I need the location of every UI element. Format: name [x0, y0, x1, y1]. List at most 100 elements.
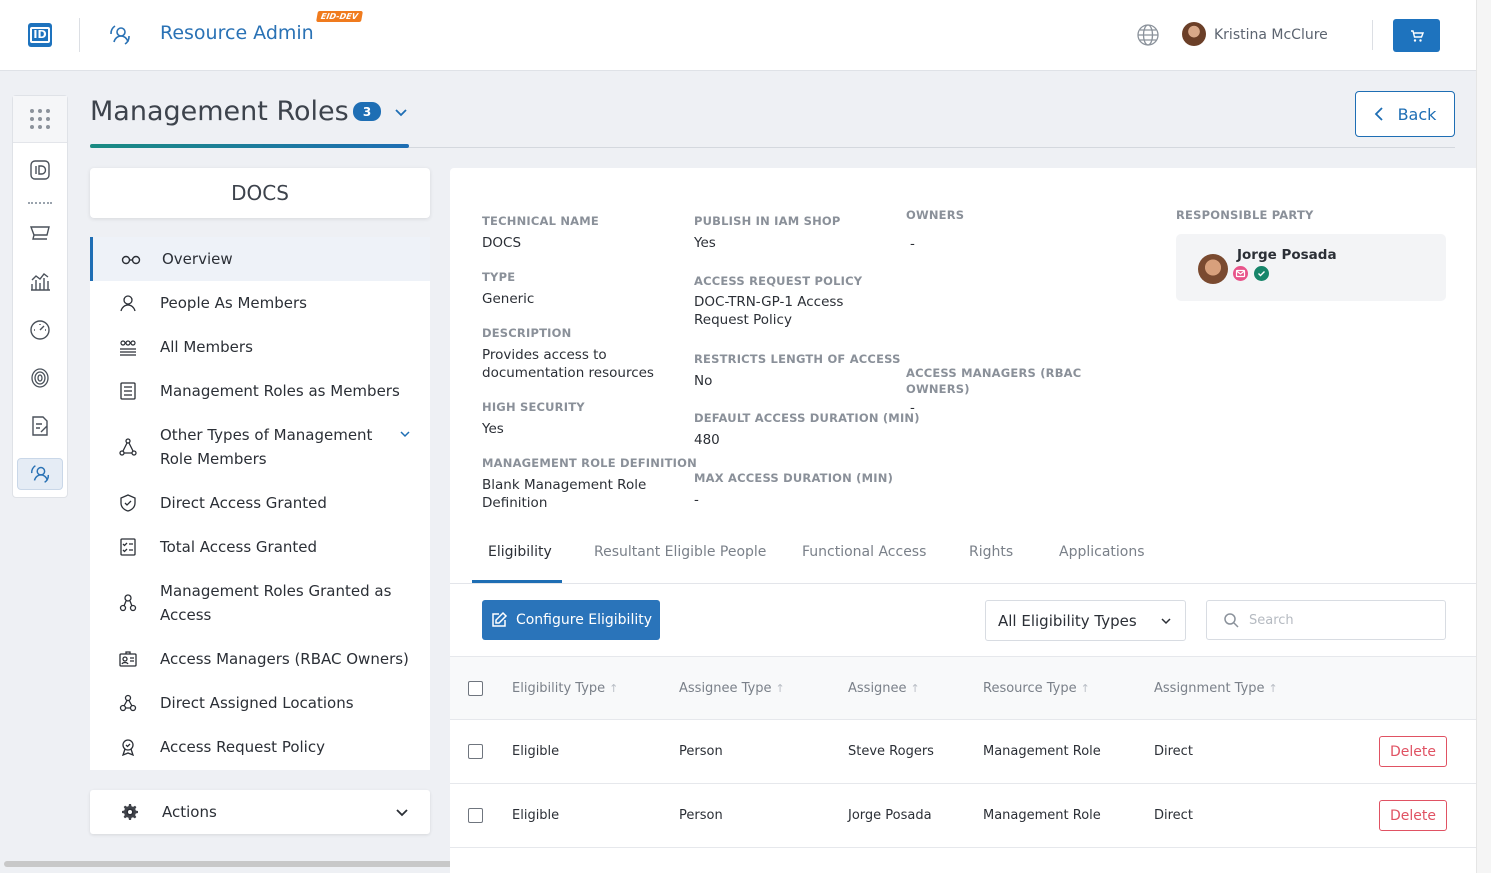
nav-item-label: Total Access Granted	[160, 538, 318, 556]
column-header-label: Resource Type	[983, 681, 1077, 696]
responsible-party-label: RESPONSIBLE PARTY	[1176, 208, 1314, 222]
divider	[79, 18, 80, 52]
column-header-label: Eligibility Type	[512, 681, 606, 696]
technical-name-value: DOCS	[482, 235, 522, 251]
column-header-assignee-type[interactable]: Assignee Type ↑	[679, 681, 785, 696]
cell-assignment-type: Direct	[1154, 744, 1193, 759]
globe-icon[interactable]	[1136, 23, 1160, 47]
list-icon	[118, 381, 138, 401]
id-icon	[30, 160, 50, 180]
delete-button[interactable]: Delete	[1379, 800, 1447, 831]
column-header-label: Assignee Type	[679, 681, 772, 696]
nav-item-total-access-granted[interactable]: Total Access Granted	[90, 525, 430, 569]
nav-item-access-managers[interactable]: Access Managers (RBAC Owners)	[90, 637, 430, 681]
table-row: Eligible Person Steve Rogers Management …	[450, 720, 1476, 784]
group-icon	[118, 337, 138, 357]
arp-label: ACCESS REQUEST POLICY	[694, 274, 863, 288]
select-all-checkbox[interactable]	[468, 681, 483, 696]
nav-item-roles-granted-as-access[interactable]: Management Roles Granted as Access	[90, 569, 430, 637]
resource-admin-icon	[30, 465, 50, 483]
back-label: Back	[1397, 104, 1437, 124]
document-edit-icon	[32, 416, 48, 436]
app-title[interactable]: Resource Admin	[160, 22, 314, 44]
row-checkbox[interactable]	[468, 744, 483, 759]
default-duration-label: DEFAULT ACCESS DURATION (MIN)	[694, 411, 920, 425]
delete-button[interactable]: Delete	[1379, 736, 1447, 767]
nav-item-label: Direct Assigned Locations	[160, 694, 354, 712]
cell-eligibility-type: Eligible	[512, 744, 560, 759]
rail-id-button[interactable]	[28, 158, 52, 182]
max-duration-value: -	[694, 492, 699, 508]
chevron-down-icon[interactable]	[393, 104, 409, 120]
rail-resource-admin-button[interactable]	[17, 458, 63, 490]
search-icon	[1224, 613, 1239, 628]
eligibility-type-select[interactable]: All Eligibility Types	[985, 600, 1186, 641]
id-logo-icon[interactable]: ID	[28, 23, 52, 47]
responsible-party-name: Jorge Posada	[1237, 247, 1337, 263]
column-header-eligibility-type[interactable]: Eligibility Type ↑	[512, 681, 618, 696]
nav-item-people-as-members[interactable]: People As Members	[90, 281, 430, 325]
avatar	[1198, 254, 1228, 284]
actions-dropdown[interactable]: Actions	[90, 790, 430, 834]
configure-eligibility-button[interactable]: Configure Eligibility	[482, 600, 660, 640]
type-value: Generic	[482, 291, 535, 307]
sort-arrow-icon: ↑	[775, 682, 785, 695]
nav-item-other-types[interactable]: Other Types of Management Role Members	[90, 413, 430, 481]
rail-shop-button[interactable]	[28, 221, 52, 245]
tab-eligibility[interactable]: Eligibility	[488, 544, 552, 560]
sort-arrow-icon: ↑	[609, 682, 619, 695]
responsible-party-card[interactable]: Jorge Posada	[1176, 234, 1446, 301]
rail-requests-button[interactable]	[28, 414, 52, 438]
tab-applications[interactable]: Applications	[1059, 544, 1145, 560]
user-name[interactable]: Kristina McClure	[1214, 27, 1328, 43]
high-security-label: HIGH SECURITY	[482, 400, 585, 414]
cell-resource-type: Management Role	[983, 808, 1101, 823]
rail-fingerprint-button[interactable]	[28, 366, 52, 390]
divider	[1372, 20, 1373, 50]
vertical-scrollbar[interactable]	[1476, 0, 1491, 873]
resource-admin-icon	[110, 25, 130, 45]
max-duration-label: MAX ACCESS DURATION (MIN)	[694, 471, 894, 485]
chevron-down-icon[interactable]	[398, 427, 412, 441]
nav-item-overview[interactable]: Overview	[90, 237, 430, 281]
row-checkbox[interactable]	[468, 808, 483, 823]
restricts-value: No	[694, 373, 713, 389]
search-input[interactable]	[1249, 609, 1434, 631]
policy-icon	[118, 737, 138, 757]
network-icon	[118, 437, 138, 457]
column-header-assignment-type[interactable]: Assignment Type ↑	[1154, 681, 1278, 696]
back-button[interactable]: Back	[1355, 91, 1455, 137]
tab-rights[interactable]: Rights	[969, 544, 1013, 560]
nav-item-management-roles-as-members[interactable]: Management Roles as Members	[90, 369, 430, 413]
nav-item-label: Overview	[162, 250, 233, 268]
main-content: TECHNICAL NAME DOCS TYPE Generic DESCRIP…	[450, 168, 1476, 873]
nav-item-label: Access Managers (RBAC Owners)	[160, 650, 409, 668]
glasses-icon	[121, 249, 141, 269]
tab-functional-access[interactable]: Functional Access	[802, 544, 926, 560]
default-duration-value: 480	[694, 432, 720, 448]
mrd-value: Blank Management Role Definition	[482, 477, 647, 511]
publish-label: PUBLISH IN IAM SHOP	[694, 214, 841, 228]
rail-dashboard-button[interactable]	[28, 318, 52, 342]
column-header-assignee[interactable]: Assignee ↑	[848, 681, 920, 696]
column-header-label: Assignment Type	[1154, 681, 1265, 696]
cart-button[interactable]	[1393, 19, 1440, 52]
sort-arrow-icon: ↑	[1080, 682, 1090, 695]
rail-analytics-button[interactable]	[28, 269, 52, 293]
owners-value: -	[910, 236, 915, 252]
tab-resultant-eligible-people[interactable]: Resultant Eligible People	[594, 544, 766, 560]
nav-item-access-request-policy[interactable]: Access Request Policy	[90, 725, 430, 769]
cell-assignee: Steve Rogers	[848, 744, 934, 759]
app-launcher-button[interactable]	[13, 96, 67, 143]
nav-item-all-members[interactable]: All Members	[90, 325, 430, 369]
search-field[interactable]	[1206, 600, 1446, 640]
nav-item-direct-access-granted[interactable]: Direct Access Granted	[90, 481, 430, 525]
configure-eligibility-label: Configure Eligibility	[515, 612, 653, 628]
column-header-resource-type[interactable]: Resource Type ↑	[983, 681, 1090, 696]
title-underline	[90, 144, 409, 148]
nav-item-direct-assigned-locations[interactable]: Direct Assigned Locations	[90, 681, 430, 725]
email-icon[interactable]	[1233, 266, 1248, 281]
user-avatar[interactable]	[1182, 22, 1206, 46]
id-card-icon	[118, 649, 138, 669]
cart-icon	[29, 226, 50, 240]
